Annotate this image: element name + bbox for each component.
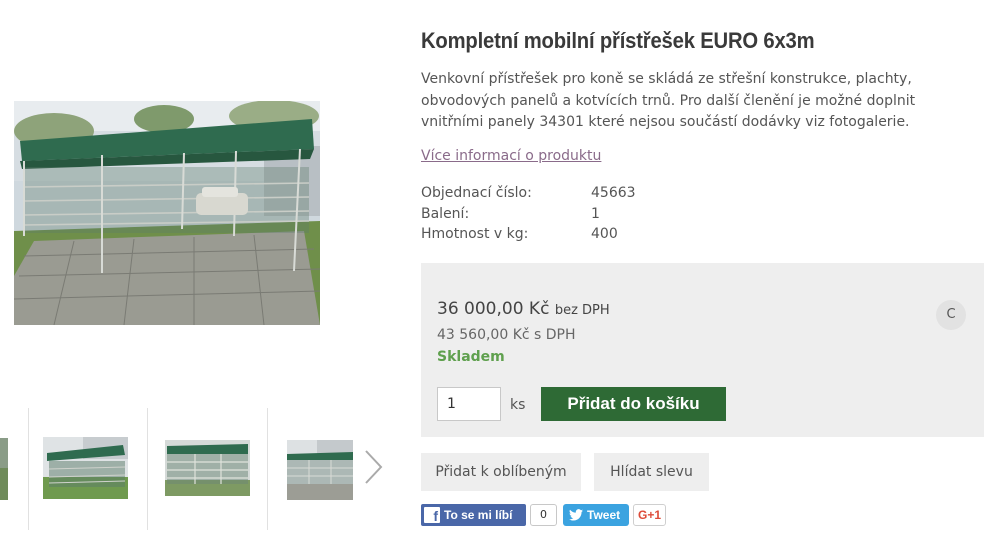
facebook-like-label: To se mi líbí — [444, 508, 513, 522]
price-suffix: bez DPH — [554, 303, 610, 318]
quantity-input[interactable] — [437, 387, 501, 421]
param-label: Hmotnost v kg: — [421, 226, 529, 242]
param-label: Objednací číslo: — [421, 185, 532, 201]
param-value: 1 — [591, 205, 600, 222]
param-row-packaging: Balení: 1 — [421, 206, 636, 227]
thumbnail-3[interactable] — [287, 440, 353, 500]
thumbnail-2[interactable] — [165, 440, 250, 496]
quantity-unit: ks — [510, 397, 526, 413]
tweet-button[interactable]: Tweet — [563, 504, 629, 526]
param-row-weight: Hmotnost v kg: 400 — [421, 226, 636, 247]
tweet-label: Tweet — [587, 508, 621, 522]
product-params: Objednací číslo: 45663 Balení: 1 Hmotnos… — [421, 185, 636, 247]
price-with-vat: 43 560,00 Kč s DPH — [437, 327, 576, 343]
compare-button[interactable]: C — [936, 300, 966, 330]
google-plus-button[interactable]: G+1 — [633, 504, 666, 526]
thumbnail-divider — [28, 408, 29, 530]
price-amount: 36 000,00 Kč — [437, 299, 550, 319]
param-row-order-number: Objednací číslo: 45663 — [421, 185, 636, 206]
facebook-icon: f — [424, 507, 440, 524]
main-product-image[interactable] — [14, 101, 320, 325]
product-description: Venkovní přístřešek pro koně se skládá z… — [421, 71, 916, 130]
more-info-link[interactable]: Více informací o produktu — [421, 148, 601, 164]
param-value: 400 — [591, 226, 618, 242]
thumbnail-1[interactable] — [43, 437, 128, 499]
thumbnail-partial[interactable] — [0, 438, 8, 500]
facebook-like-count: 0 — [530, 504, 557, 526]
watch-discount-button[interactable]: Hlídat slevu — [594, 453, 709, 491]
twitter-bird-icon — [569, 509, 583, 521]
chevron-right-icon — [365, 450, 383, 484]
add-to-favorites-button[interactable]: Přidat k oblíbeným — [421, 453, 581, 491]
add-to-cart-button[interactable]: Přidat do košíku — [541, 387, 726, 421]
gallery-next-button[interactable] — [360, 447, 386, 487]
product-title: Kompletní mobilní přístřešek EURO 6x3m — [421, 28, 815, 53]
thumbnail-strip — [0, 408, 400, 530]
facebook-like-button[interactable]: f To se mi líbí — [421, 504, 526, 526]
price-box: 36 000,00 Kč bez DPH 43 560,00 Kč s DPH … — [421, 263, 984, 437]
stock-status: Skladem — [437, 349, 505, 365]
param-value: 45663 — [591, 185, 636, 201]
thumbnail-divider — [267, 408, 268, 530]
price-without-vat: 36 000,00 Kč bez DPH — [437, 299, 610, 319]
param-label: Balení: — [421, 205, 470, 222]
thumbnail-divider — [147, 408, 148, 530]
